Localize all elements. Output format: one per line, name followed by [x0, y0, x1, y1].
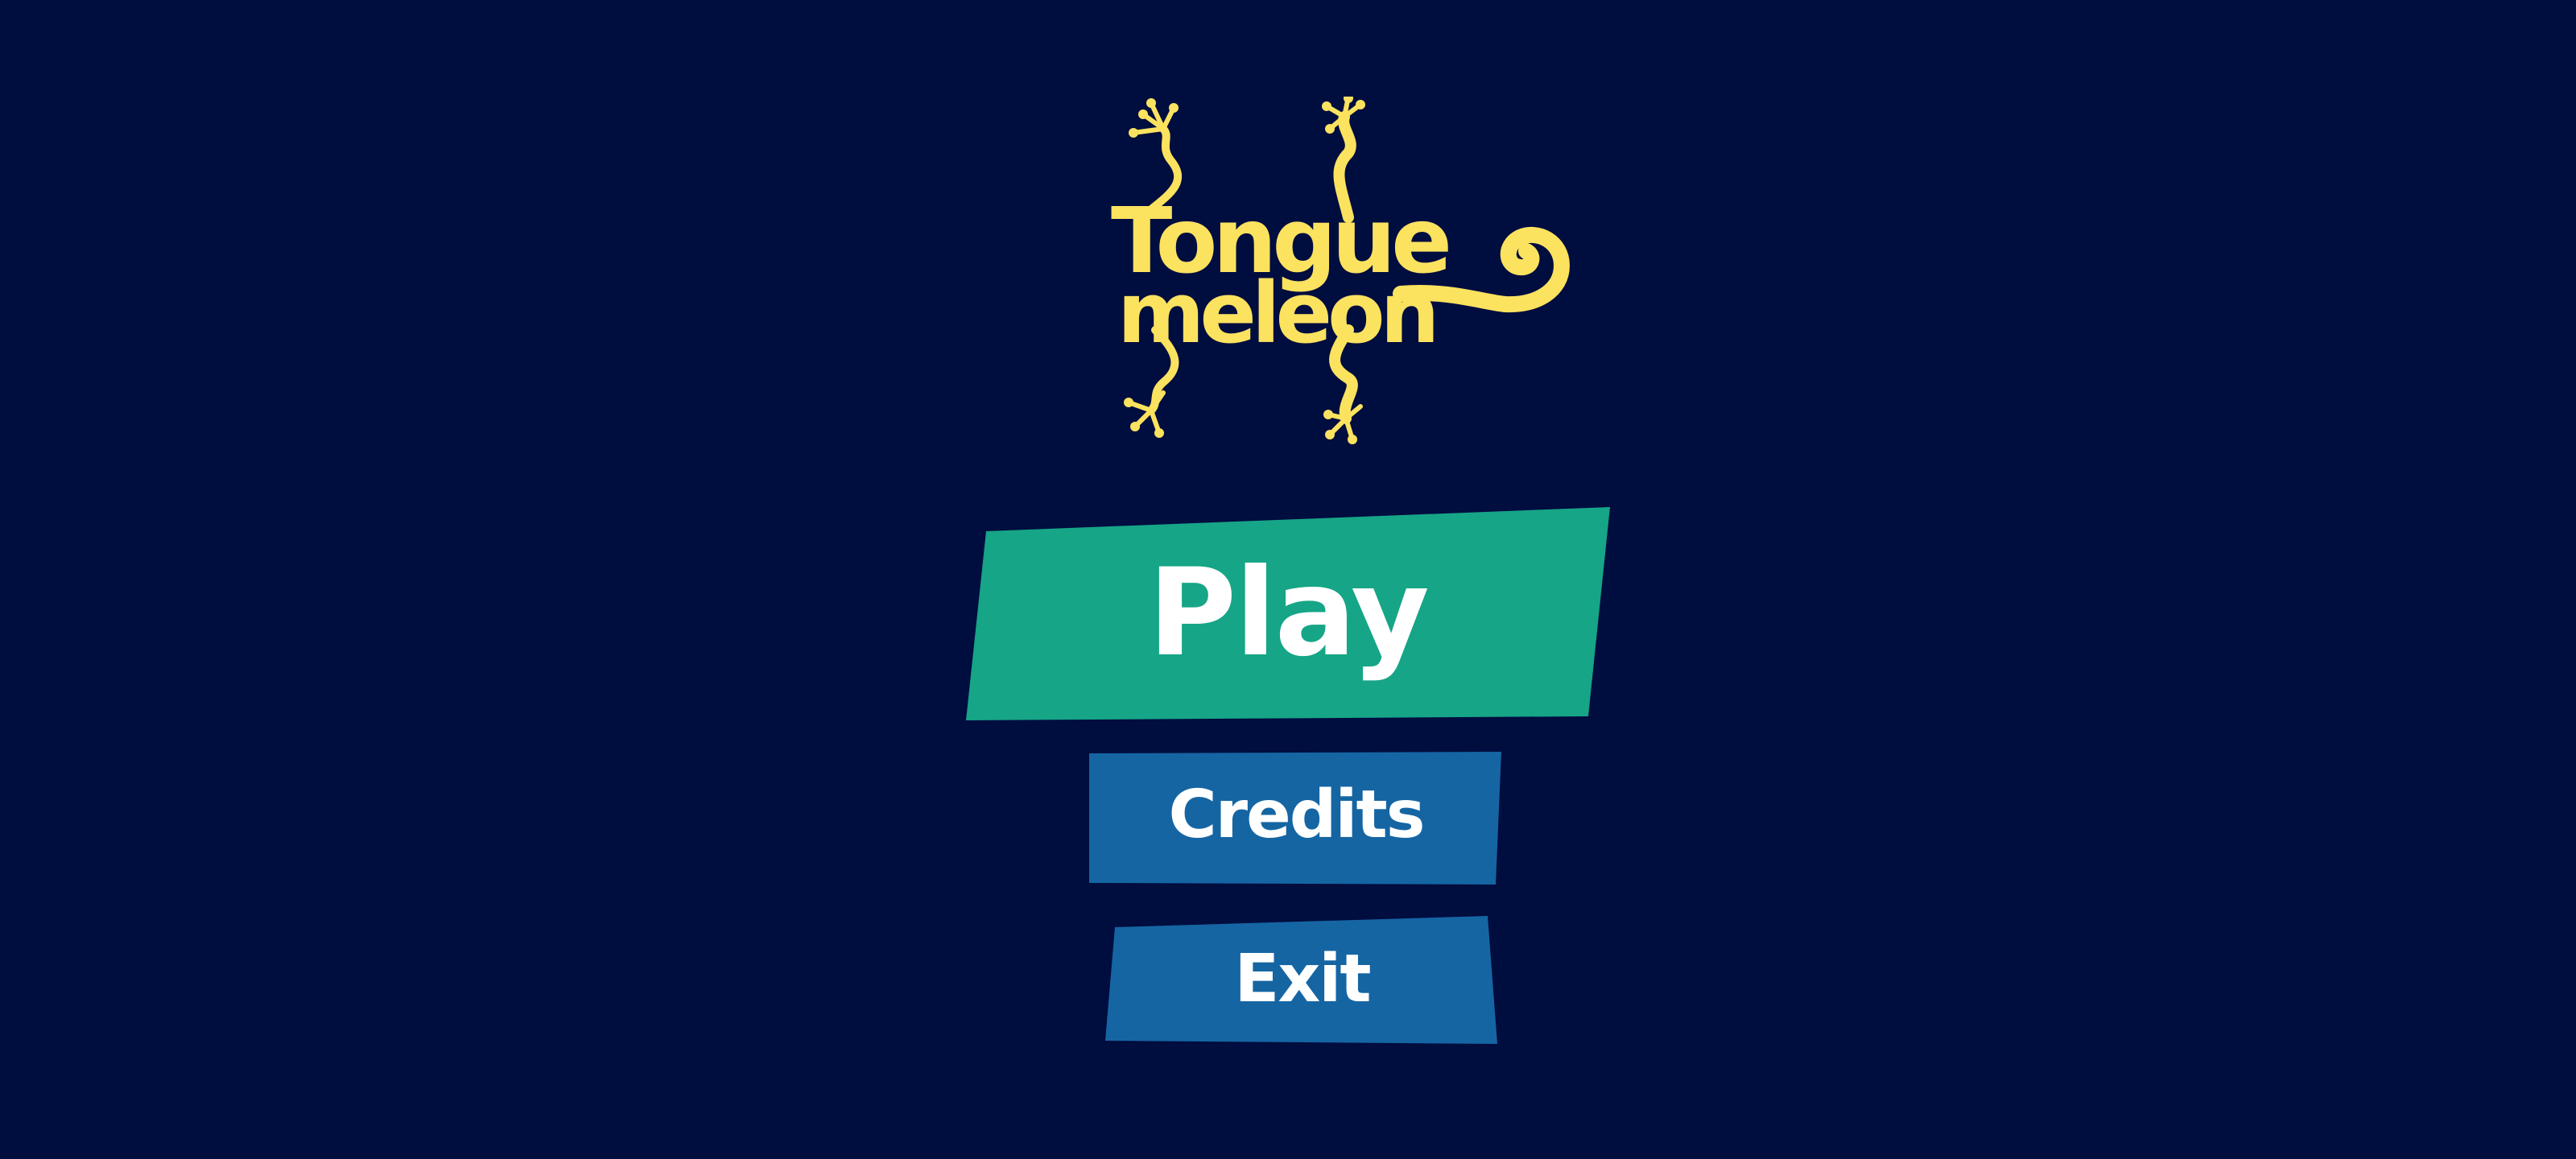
logo-title-line2: meleon — [1117, 264, 1435, 362]
play-button-label: Play — [1148, 543, 1430, 683]
game-logo: Tongue meleon — [1111, 97, 1570, 444]
credits-button-label: Credits — [1168, 777, 1425, 853]
exit-button-label: Exit — [1234, 941, 1371, 1017]
exit-button[interactable]: Exit — [1103, 914, 1501, 1046]
play-button[interactable]: Play — [962, 503, 1614, 724]
credits-button[interactable]: Credits — [1087, 750, 1505, 887]
main-menu-screen: Tongue meleon Play Credits Exit — [0, 0, 2576, 1159]
